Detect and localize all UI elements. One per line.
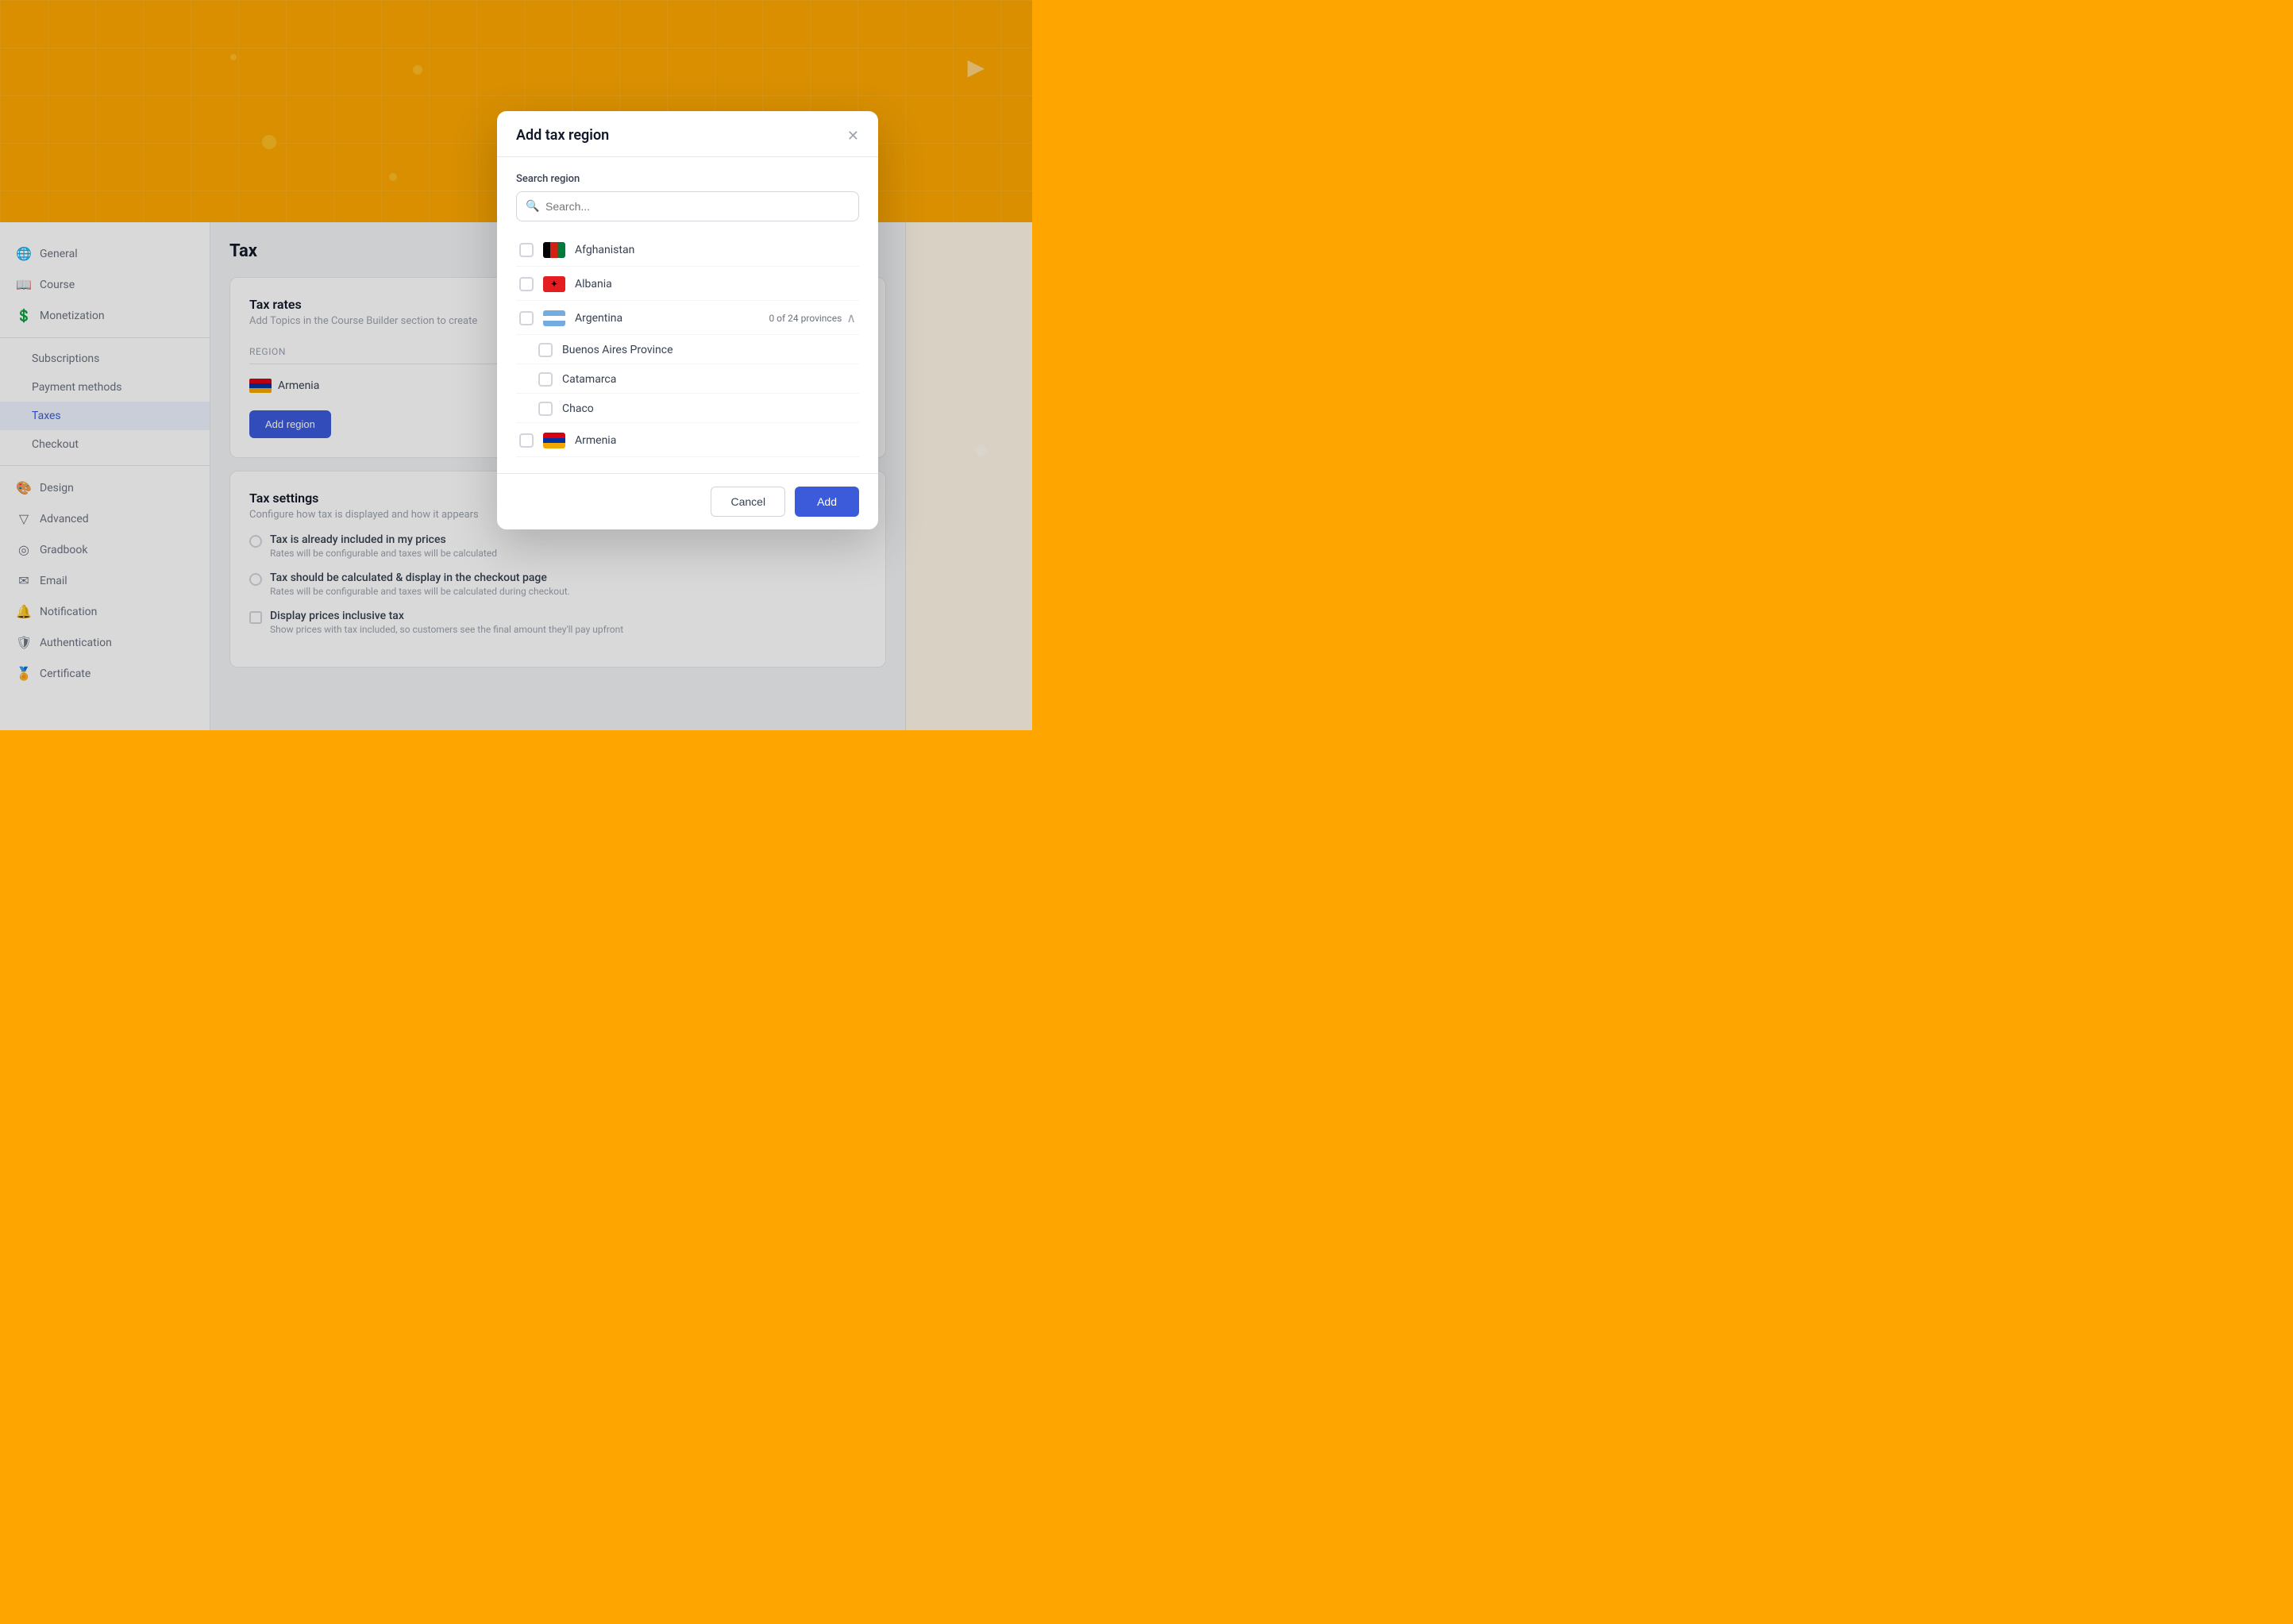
modal-header: Add tax region ✕ [497,111,878,157]
flag-argentina [543,310,565,326]
modal-footer: Cancel Add [497,473,878,529]
country-row-albania: ✦ Albania [516,268,859,301]
search-input-wrap: 🔍 [516,191,859,221]
cancel-button[interactable]: Cancel [711,487,785,517]
checkbox-afghanistan[interactable] [519,243,534,257]
flag-afghanistan [543,242,565,258]
country-row-afghanistan: Afghanistan [516,234,859,267]
province-row-buenos-aires: Buenos Aires Province [516,337,859,364]
modal-overlay: Add tax region ✕ Search region 🔍 Afghani… [0,0,1032,730]
province-name-catamarca: Catamarca [562,373,856,386]
checkbox-buenos-aires[interactable] [538,343,553,357]
country-name-afghanistan: Afghanistan [575,244,856,256]
country-list: Afghanistan ✦ Albania [516,234,859,457]
search-icon: 🔍 [526,200,539,213]
checkbox-armenia[interactable] [519,433,534,448]
modal-close-button[interactable]: ✕ [847,129,859,143]
flag-armenia [543,433,565,448]
country-row-armenia: Armenia [516,425,859,457]
province-info-argentina: 0 of 24 provinces ∧ [769,310,856,326]
province-name-buenos-aires: Buenos Aires Province [562,344,856,356]
checkbox-argentina[interactable] [519,311,534,325]
checkbox-catamarca[interactable] [538,372,553,387]
checkbox-chaco[interactable] [538,402,553,416]
add-tax-region-modal: Add tax region ✕ Search region 🔍 Afghani… [497,111,878,529]
modal-body: Search region 🔍 Afghanistan [497,157,878,473]
country-row-argentina: Argentina 0 of 24 provinces ∧ [516,302,859,335]
country-name-argentina: Argentina [575,312,759,325]
country-name-albania: Albania [575,278,856,291]
province-row-catamarca: Catamarca [516,366,859,394]
add-button[interactable]: Add [795,487,859,517]
search-input[interactable] [516,191,859,221]
country-name-armenia: Armenia [575,434,856,447]
province-row-chaco: Chaco [516,395,859,423]
province-count-text: 0 of 24 provinces [769,313,842,324]
province-name-chaco: Chaco [562,402,856,415]
expand-argentina-button[interactable]: ∧ [846,310,856,326]
search-region-label: Search region [516,173,859,185]
flag-albania: ✦ [543,276,565,292]
modal-title: Add tax region [516,127,609,144]
checkbox-albania[interactable] [519,277,534,291]
